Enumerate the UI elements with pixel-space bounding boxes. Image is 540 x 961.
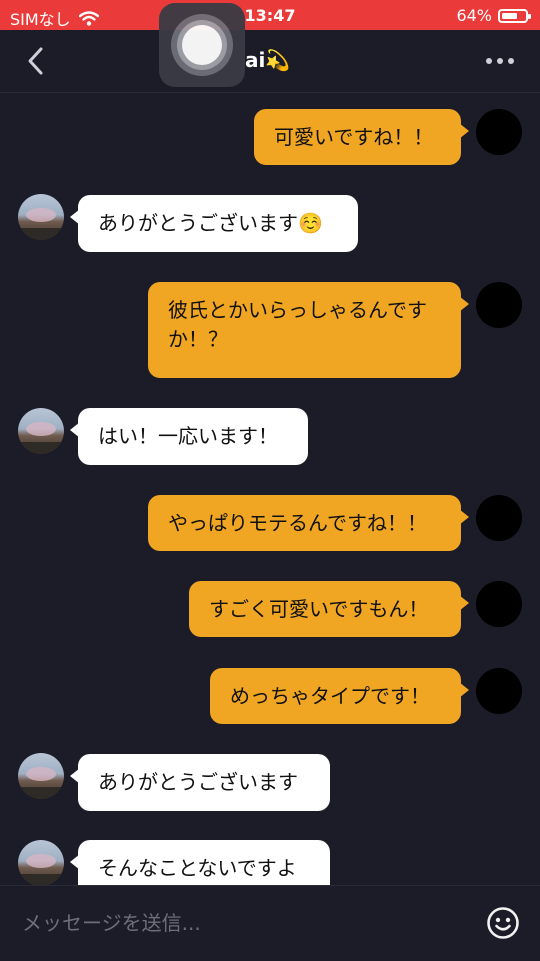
avatar[interactable]	[18, 753, 64, 799]
avatar[interactable]	[476, 581, 522, 627]
message-bubble-incoming: ありがとうございます☺️	[70, 195, 358, 252]
message-bubble-outgoing: 彼氏とかいらっしゃるんです か！？	[148, 282, 469, 378]
message-bubble-outgoing: すごく可愛いですもん！	[189, 581, 469, 637]
status-bar: SIMなし 13:47 64%	[0, 0, 540, 30]
message-bubble-incoming: はい！一応います！	[70, 408, 308, 465]
message-bubble-outgoing: 可愛いですね！！	[254, 109, 469, 165]
message-bubble-outgoing: やっぱりモテるんですね！！	[148, 495, 469, 551]
message-bubble-incoming: ありがとうございます	[70, 754, 330, 811]
message-input[interactable]	[20, 906, 464, 940]
status-right: 64%	[456, 6, 531, 25]
back-chevron-icon[interactable]	[22, 44, 52, 78]
battery-icon	[498, 8, 531, 23]
chat-title: ai💫	[245, 48, 291, 72]
battery-percent: 64%	[456, 6, 492, 25]
avatar[interactable]	[476, 109, 522, 155]
smiley-icon[interactable]	[486, 906, 520, 940]
chat-header: ai💫	[0, 30, 540, 93]
avatar[interactable]	[18, 194, 64, 240]
message-bubble-outgoing: めっちゃタイプです！	[210, 668, 469, 724]
avatar[interactable]	[476, 282, 522, 328]
avatar[interactable]	[476, 495, 522, 541]
assistive-touch-icon[interactable]	[159, 3, 245, 87]
more-dots-icon[interactable]	[486, 58, 514, 64]
avatar[interactable]	[476, 668, 522, 714]
avatar[interactable]	[18, 840, 64, 886]
composer-bar	[0, 885, 540, 961]
avatar[interactable]	[18, 408, 64, 454]
